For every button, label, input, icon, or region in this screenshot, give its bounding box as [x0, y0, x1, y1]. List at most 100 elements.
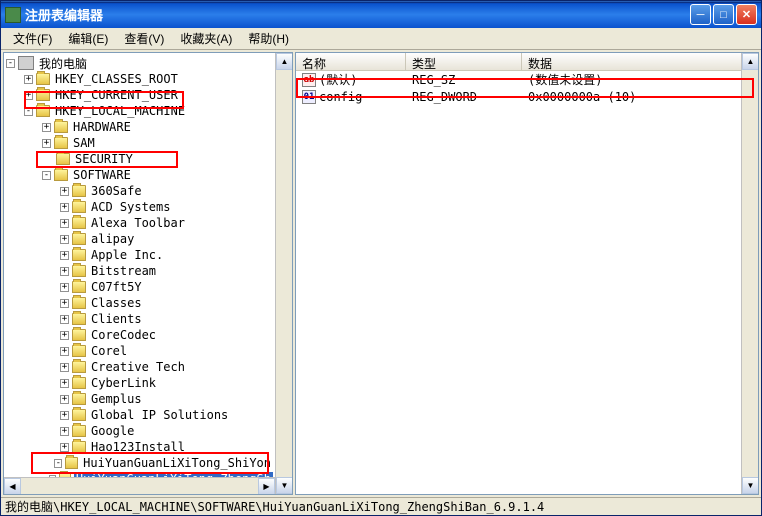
- folder-icon: [36, 105, 50, 117]
- tree-row[interactable]: +360Safe: [6, 183, 273, 199]
- tree-row[interactable]: +ACD Systems: [6, 199, 273, 215]
- expand-icon[interactable]: +: [60, 283, 69, 292]
- tree-row[interactable]: + Apple Inc.: [6, 247, 273, 263]
- expand-icon[interactable]: +: [60, 379, 69, 388]
- tree-row[interactable]: +HARDWARE: [6, 119, 273, 135]
- expand-icon[interactable]: +: [42, 139, 51, 148]
- expand-icon[interactable]: +: [60, 203, 69, 212]
- folder-icon: [72, 377, 86, 389]
- tree-row[interactable]: + Classes: [6, 295, 273, 311]
- tree-label: Alexa Toolbar: [89, 216, 187, 230]
- values-list[interactable]: ab(默认)REG_SZ(数值未设置)01configREG_DWORD0x00…: [296, 71, 758, 105]
- folder-icon: [72, 361, 86, 373]
- expand-icon[interactable]: +: [60, 251, 69, 260]
- folder-icon: [72, 201, 86, 213]
- list-row[interactable]: 01configREG_DWORD0x0000000a (10): [296, 88, 758, 105]
- menu-file[interactable]: 文件(F): [5, 28, 60, 49]
- tree-label: SAM: [71, 136, 97, 150]
- scroll-up-button[interactable]: ▲: [276, 53, 293, 70]
- menu-edit[interactable]: 编辑(E): [60, 28, 116, 49]
- tree-row[interactable]: + Alexa Toolbar: [6, 215, 273, 231]
- expand-icon[interactable]: +: [60, 395, 69, 404]
- collapse-icon[interactable]: -: [24, 107, 33, 116]
- scroll-down-button[interactable]: ▼: [742, 477, 759, 494]
- column-type[interactable]: 类型: [406, 53, 522, 70]
- tree-label: 我的电脑: [37, 55, 89, 72]
- collapse-icon[interactable]: -: [54, 459, 62, 468]
- column-data[interactable]: 数据: [522, 53, 758, 70]
- folder-icon: [72, 345, 86, 357]
- menu-favorites[interactable]: 收藏夹(A): [172, 28, 240, 49]
- tree-row[interactable]: -HKEY_LOCAL_MACHINE: [6, 103, 273, 119]
- expand-icon[interactable]: +: [60, 235, 69, 244]
- tree-row[interactable]: +CyberLink: [6, 375, 273, 391]
- scroll-right-button[interactable]: ▶: [258, 478, 275, 495]
- tree-row[interactable]: +HKEY_CURRENT_USER: [6, 87, 273, 103]
- tree-row[interactable]: +Global IP Solutions: [6, 407, 273, 423]
- scroll-left-button[interactable]: ◀: [4, 478, 21, 495]
- expand-icon[interactable]: +: [60, 347, 69, 356]
- tree-row[interactable]: - 我的电脑: [6, 55, 273, 71]
- values-panel: 名称 类型 数据 ab(默认)REG_SZ(数值未设置)01configREG_…: [295, 52, 759, 495]
- tree-label: HuiYuanGuanLiXiTong_ShiYon: [81, 456, 273, 470]
- tree-label: Creative Tech: [89, 360, 187, 374]
- tree-label: Apple Inc.: [89, 248, 165, 262]
- expand-icon[interactable]: +: [60, 267, 69, 276]
- registry-tree[interactable]: - 我的电脑+HKEY_CLASSES_ROOT+HKEY_CURRENT_USE…: [4, 53, 275, 477]
- value-data-cell: (数值未设置): [522, 71, 758, 88]
- tree-scrollbar-vertical[interactable]: ▲ ▼: [275, 53, 292, 494]
- tree-row[interactable]: +Bitstream: [6, 263, 273, 279]
- tree-row[interactable]: +Clients: [6, 311, 273, 327]
- titlebar[interactable]: 注册表编辑器 ─ □ ✕: [1, 1, 761, 28]
- folder-icon: [72, 393, 86, 405]
- expand-icon[interactable]: +: [60, 411, 69, 420]
- expand-icon[interactable]: +: [60, 219, 69, 228]
- folder-icon: [54, 169, 68, 181]
- tree-label: Google: [89, 424, 136, 438]
- tree-row[interactable]: + Google: [6, 423, 273, 439]
- tree-row[interactable]: +C07ft5Y: [6, 279, 273, 295]
- collapse-icon[interactable]: -: [6, 59, 15, 68]
- list-row[interactable]: ab(默认)REG_SZ(数值未设置): [296, 71, 758, 88]
- tree-label: Hao123Install: [89, 440, 187, 454]
- tree-row[interactable]: + Gemplus: [6, 391, 273, 407]
- folder-icon: [65, 457, 78, 469]
- tree-row[interactable]: + SAM: [6, 135, 273, 151]
- tree-row[interactable]: -SOFTWARE: [6, 167, 273, 183]
- expand-icon[interactable]: +: [60, 315, 69, 324]
- tree-label: alipay: [89, 232, 136, 246]
- expand-icon[interactable]: +: [60, 187, 69, 196]
- tree-label: Classes: [89, 296, 144, 310]
- expand-icon[interactable]: +: [60, 443, 69, 452]
- expand-icon[interactable]: +: [60, 331, 69, 340]
- tree-row[interactable]: +Corel: [6, 343, 273, 359]
- tree-row[interactable]: - HuiYuanGuanLiXiTong_ShiYon: [6, 455, 273, 471]
- expand-icon[interactable]: +: [60, 363, 69, 372]
- menu-help[interactable]: 帮助(H): [240, 28, 297, 49]
- folder-icon: [72, 233, 86, 245]
- minimize-button[interactable]: ─: [690, 4, 711, 25]
- expand-icon[interactable]: +: [42, 123, 51, 132]
- maximize-button[interactable]: □: [713, 4, 734, 25]
- expand-icon[interactable]: +: [60, 427, 69, 436]
- list-scrollbar-vertical[interactable]: ▲ ▼: [741, 53, 758, 494]
- scroll-up-button[interactable]: ▲: [742, 53, 759, 70]
- tree-scrollbar-horizontal[interactable]: ◀ ▶: [4, 477, 275, 494]
- tree-row[interactable]: + Creative Tech: [6, 359, 273, 375]
- statusbar-path: 我的电脑\HKEY_LOCAL_MACHINE\SOFTWARE\HuiYuan…: [5, 498, 544, 515]
- menu-view[interactable]: 查看(V): [116, 28, 172, 49]
- collapse-icon[interactable]: -: [42, 171, 51, 180]
- tree-row[interactable]: + Hao123Install: [6, 439, 273, 455]
- tree-row[interactable]: + alipay: [6, 231, 273, 247]
- expand-icon[interactable]: +: [60, 299, 69, 308]
- tree-label: Gemplus: [89, 392, 144, 406]
- tree-row[interactable]: SECURITY: [6, 151, 273, 167]
- close-button[interactable]: ✕: [736, 4, 757, 25]
- column-name[interactable]: 名称: [296, 53, 406, 70]
- string-value-icon: ab: [302, 73, 316, 87]
- tree-row[interactable]: +HKEY_CLASSES_ROOT: [6, 71, 273, 87]
- tree-row[interactable]: +CoreCodec: [6, 327, 273, 343]
- scroll-down-button[interactable]: ▼: [276, 477, 293, 494]
- expand-icon[interactable]: +: [24, 75, 33, 84]
- expand-icon[interactable]: +: [24, 91, 33, 100]
